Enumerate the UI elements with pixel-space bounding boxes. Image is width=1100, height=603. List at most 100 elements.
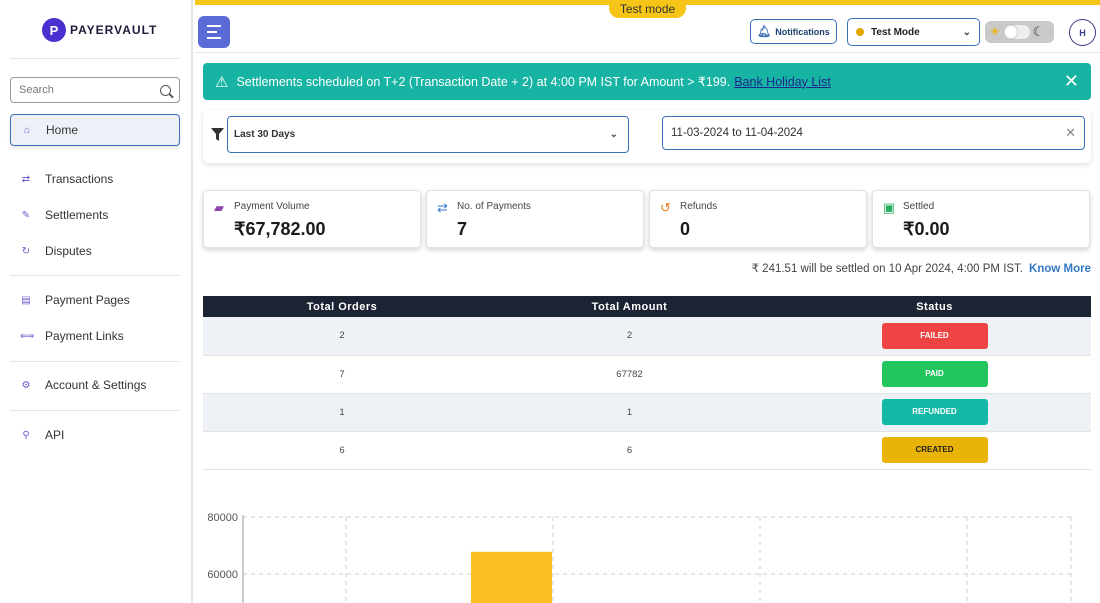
wallet-icon: ▰	[214, 200, 224, 215]
theme-switch[interactable]	[1003, 25, 1030, 39]
orders-cell: 1	[203, 393, 481, 432]
exchange-icon: ⇄	[437, 200, 448, 215]
date-range-input[interactable]: 11-03-2024 to 11-04-2024 ✕	[662, 116, 1085, 150]
status-badge: FAILED	[881, 322, 988, 349]
stat-value: ₹0.00	[903, 219, 950, 239]
api-icon: ⚲	[22, 429, 30, 441]
stat-card-payment-volume: ▰ Payment Volume ₹67,782.00	[203, 190, 421, 248]
theme-toggle[interactable]: ☀ ☾	[985, 21, 1054, 43]
know-more-link[interactable]: Know More	[1029, 263, 1091, 275]
mode-status-dot	[856, 28, 864, 36]
sidebar-item-api[interactable]: ⚲ API	[10, 419, 180, 451]
table-row: 7 67782 PAID	[203, 355, 1091, 394]
close-icon[interactable]: ✕	[1064, 71, 1079, 92]
stat-value: ₹67,782.00	[234, 219, 326, 239]
header-divider	[195, 52, 1100, 53]
divider	[10, 58, 180, 59]
filter-icon	[211, 128, 224, 141]
stat-label: Refunds	[680, 201, 718, 212]
banner-text: Settlements scheduled on T+2 (Transactio…	[236, 75, 731, 89]
volume-chart: 80000 60000	[207, 512, 1072, 603]
orders-cell: 7	[203, 355, 481, 394]
orders-cell: 2	[203, 317, 481, 356]
moon-icon: ☾	[1032, 24, 1045, 39]
avatar[interactable]: H	[1069, 19, 1096, 46]
table-header-row: Total Orders Total Amount Status	[203, 296, 1091, 317]
sidebar-item-label: Settlements	[45, 208, 109, 222]
divider	[10, 361, 180, 362]
settlement-note-text: ₹ 241.51 will be settled on 10 Apr 2024,…	[751, 263, 1024, 275]
logo-mark-icon: P	[42, 18, 66, 42]
settlement-banner: ⚠ Settlements scheduled on T+2 (Transact…	[203, 63, 1091, 100]
sidebar-item-home[interactable]: ⌂ Home	[10, 114, 180, 146]
link-icon: ⟺	[20, 330, 35, 342]
sidebar-item-label: API	[45, 428, 65, 442]
status-badge: CREATED	[881, 437, 988, 463]
sidebar-item-transactions[interactable]: ⇄ Transactions	[10, 163, 180, 195]
stat-card-payments: ⇄ No. of Payments 7	[426, 190, 644, 248]
bank-holiday-link[interactable]: Bank Holiday List	[734, 75, 831, 89]
amount-cell: 67782	[481, 355, 778, 394]
gear-icon: ⚙	[21, 379, 31, 391]
column-header: Status	[778, 296, 1091, 317]
column-header: Total Amount	[481, 296, 778, 317]
divider	[10, 410, 180, 411]
mode-select[interactable]: Test Mode ⌄	[847, 18, 980, 46]
sidebar-item-payment-links[interactable]: ⟺ Payment Links	[10, 320, 180, 352]
sidebar: P PAYERVAULT ⌂ Home ⇄ Transactions ✎ Set…	[0, 0, 193, 603]
stat-label: Settled	[903, 201, 935, 212]
test-mode-label: Test mode	[609, 0, 686, 18]
orders-cell: 6	[203, 431, 481, 470]
sun-icon: ☀	[989, 24, 1001, 39]
home-icon: ⌂	[23, 124, 31, 136]
date-range-select[interactable]: Last 30 Days ⌄	[227, 116, 629, 153]
table-row: 2 2 FAILED	[203, 317, 1091, 356]
settlement-note: ₹ 241.51 will be settled on 10 Apr 2024,…	[700, 261, 1091, 275]
menu-toggle-button[interactable]	[198, 16, 230, 48]
search-input[interactable]	[19, 84, 160, 96]
stat-value: 7	[457, 219, 468, 239]
sidebar-item-account-settings[interactable]: ⚙ Account & Settings	[10, 369, 180, 401]
status-badge: REFUNDED	[881, 399, 988, 425]
stat-card-refunds: ↺ Refunds 0	[649, 190, 867, 248]
refresh-icon: ↻	[21, 245, 31, 257]
chevron-down-icon: ⌄	[609, 129, 618, 140]
refund-icon: ↺	[660, 200, 671, 215]
arrows-icon: ⇄	[21, 173, 31, 185]
bar	[471, 551, 552, 603]
sidebar-item-payment-pages[interactable]: ▤ Payment Pages	[10, 284, 180, 316]
pen-icon: ✎	[21, 209, 31, 221]
amount-cell: 6	[481, 431, 778, 470]
logo[interactable]: P PAYERVAULT	[42, 18, 157, 42]
sidebar-item-label: Disputes	[45, 244, 92, 258]
sidebar-item-label: Home	[46, 123, 79, 137]
stat-value: 0	[680, 219, 691, 239]
sidebar-item-label: Account & Settings	[45, 378, 147, 392]
stat-label: Payment Volume	[234, 201, 310, 212]
notifications-button[interactable]: 🔔︎ Notifications	[750, 19, 837, 44]
brand-name: PAYERVAULT	[70, 23, 158, 37]
column-header: Total Orders	[203, 296, 481, 317]
cash-icon: ▣	[883, 200, 896, 215]
y-tick-label: 60000	[207, 569, 238, 581]
search-icon[interactable]	[160, 84, 171, 96]
notifications-label: Notifications	[775, 26, 830, 37]
sidebar-item-label: Transactions	[45, 172, 114, 186]
mode-select-value: Test Mode	[871, 26, 920, 38]
sidebar-item-label: Payment Links	[45, 329, 124, 343]
bell-icon: 🔔︎	[757, 26, 772, 38]
filter-card: Last 30 Days ⌄ 11-03-2024 to 11-04-2024 …	[203, 110, 1091, 163]
table-row: 6 6 CREATED	[203, 431, 1091, 470]
amount-cell: 1	[481, 393, 778, 432]
y-tick-label: 80000	[207, 512, 238, 524]
search-box[interactable]	[10, 77, 180, 103]
clear-icon[interactable]: ✕	[1065, 125, 1076, 141]
sidebar-item-disputes[interactable]: ↻ Disputes	[10, 235, 180, 267]
sidebar-item-settlements[interactable]: ✎ Settlements	[10, 199, 180, 231]
date-range-value: Last 30 Days	[234, 129, 296, 140]
page-icon: ▤	[21, 294, 31, 306]
warning-icon: ⚠	[215, 73, 229, 91]
divider	[10, 275, 180, 276]
table-row: 1 1 REFUNDED	[203, 393, 1091, 432]
sidebar-item-label: Payment Pages	[45, 293, 130, 307]
